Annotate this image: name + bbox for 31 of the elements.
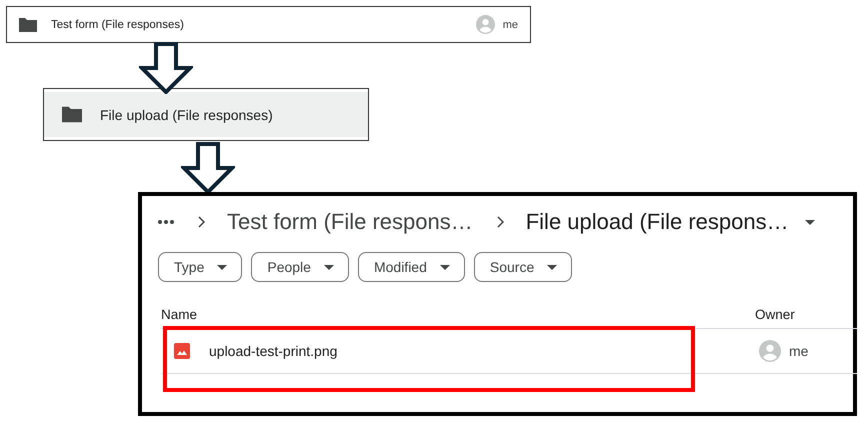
caret-icon (440, 264, 450, 270)
owner-name: me (789, 343, 808, 359)
breadcrumb-link[interactable]: File upload (File respons… (526, 209, 789, 235)
filter-chip[interactable]: Modified (358, 252, 465, 282)
avatar-icon (759, 340, 781, 362)
folder-name: Test form (File responses) (51, 18, 185, 30)
file-row[interactable]: upload-test-print.png me (161, 328, 857, 374)
filter-chip[interactable]: Source (474, 252, 572, 282)
caret-icon (804, 220, 815, 224)
file-name: upload-test-print.png (209, 343, 338, 359)
caret-icon (547, 264, 558, 270)
down-arrow-icon (139, 42, 193, 94)
folder-row[interactable]: Test form (File responses) me (6, 6, 531, 43)
filter-chip[interactable]: People (251, 252, 349, 282)
filter-chip[interactable]: Type (158, 252, 242, 282)
more-icon[interactable] (158, 220, 174, 224)
image-file-icon (174, 343, 190, 359)
caret-icon (217, 264, 228, 270)
owner-name: me (502, 18, 518, 30)
folder-icon (19, 16, 37, 32)
column-header[interactable]: Owner (755, 307, 853, 322)
folder-row[interactable]: File upload (File responses) (43, 88, 369, 141)
column-header[interactable]: Name (161, 307, 198, 322)
caret-icon (324, 264, 334, 270)
folder-name: File upload (File responses) (100, 106, 273, 122)
breadcrumb-link[interactable]: Test form (File respons… (227, 209, 473, 235)
avatar-icon (476, 15, 495, 34)
chevron-icon (198, 216, 205, 228)
folder-icon (62, 106, 82, 123)
chevron-icon (496, 216, 504, 228)
down-arrow-icon (181, 142, 235, 194)
